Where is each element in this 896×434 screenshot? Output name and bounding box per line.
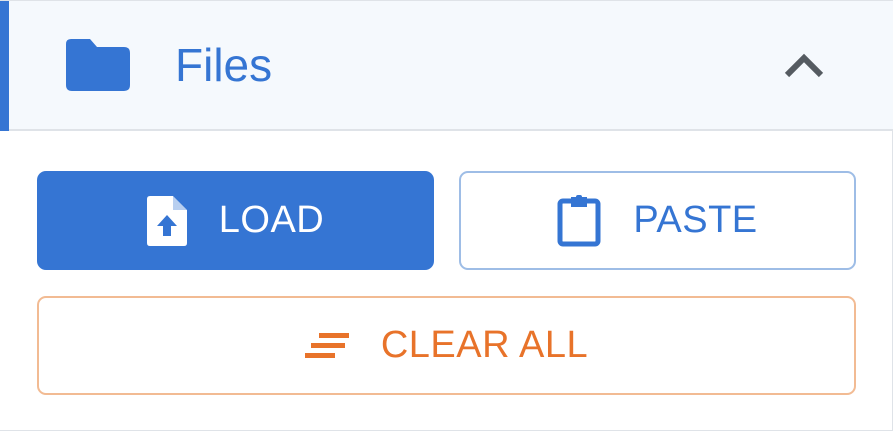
files-panel-header[interactable]: Files — [0, 1, 893, 131]
files-panel: Files LOAD PASTE CLEAR ALL — [0, 0, 893, 431]
folder-icon — [66, 39, 130, 91]
load-button-label: LOAD — [218, 199, 325, 241]
header-accent-bar — [0, 1, 9, 131]
clear-lines-icon — [304, 331, 351, 361]
paste-button[interactable]: PASTE — [459, 171, 856, 270]
load-button[interactable]: LOAD — [37, 171, 434, 270]
paste-button-label: PASTE — [633, 199, 758, 241]
clear-all-button[interactable]: CLEAR ALL — [37, 296, 856, 395]
file-upload-icon — [146, 195, 187, 246]
clear-all-button-label: CLEAR ALL — [380, 324, 589, 366]
chevron-up-icon — [784, 53, 824, 78]
panel-title: Files — [175, 39, 273, 91]
clipboard-icon — [557, 194, 601, 247]
collapse-toggle-button[interactable] — [776, 41, 832, 91]
